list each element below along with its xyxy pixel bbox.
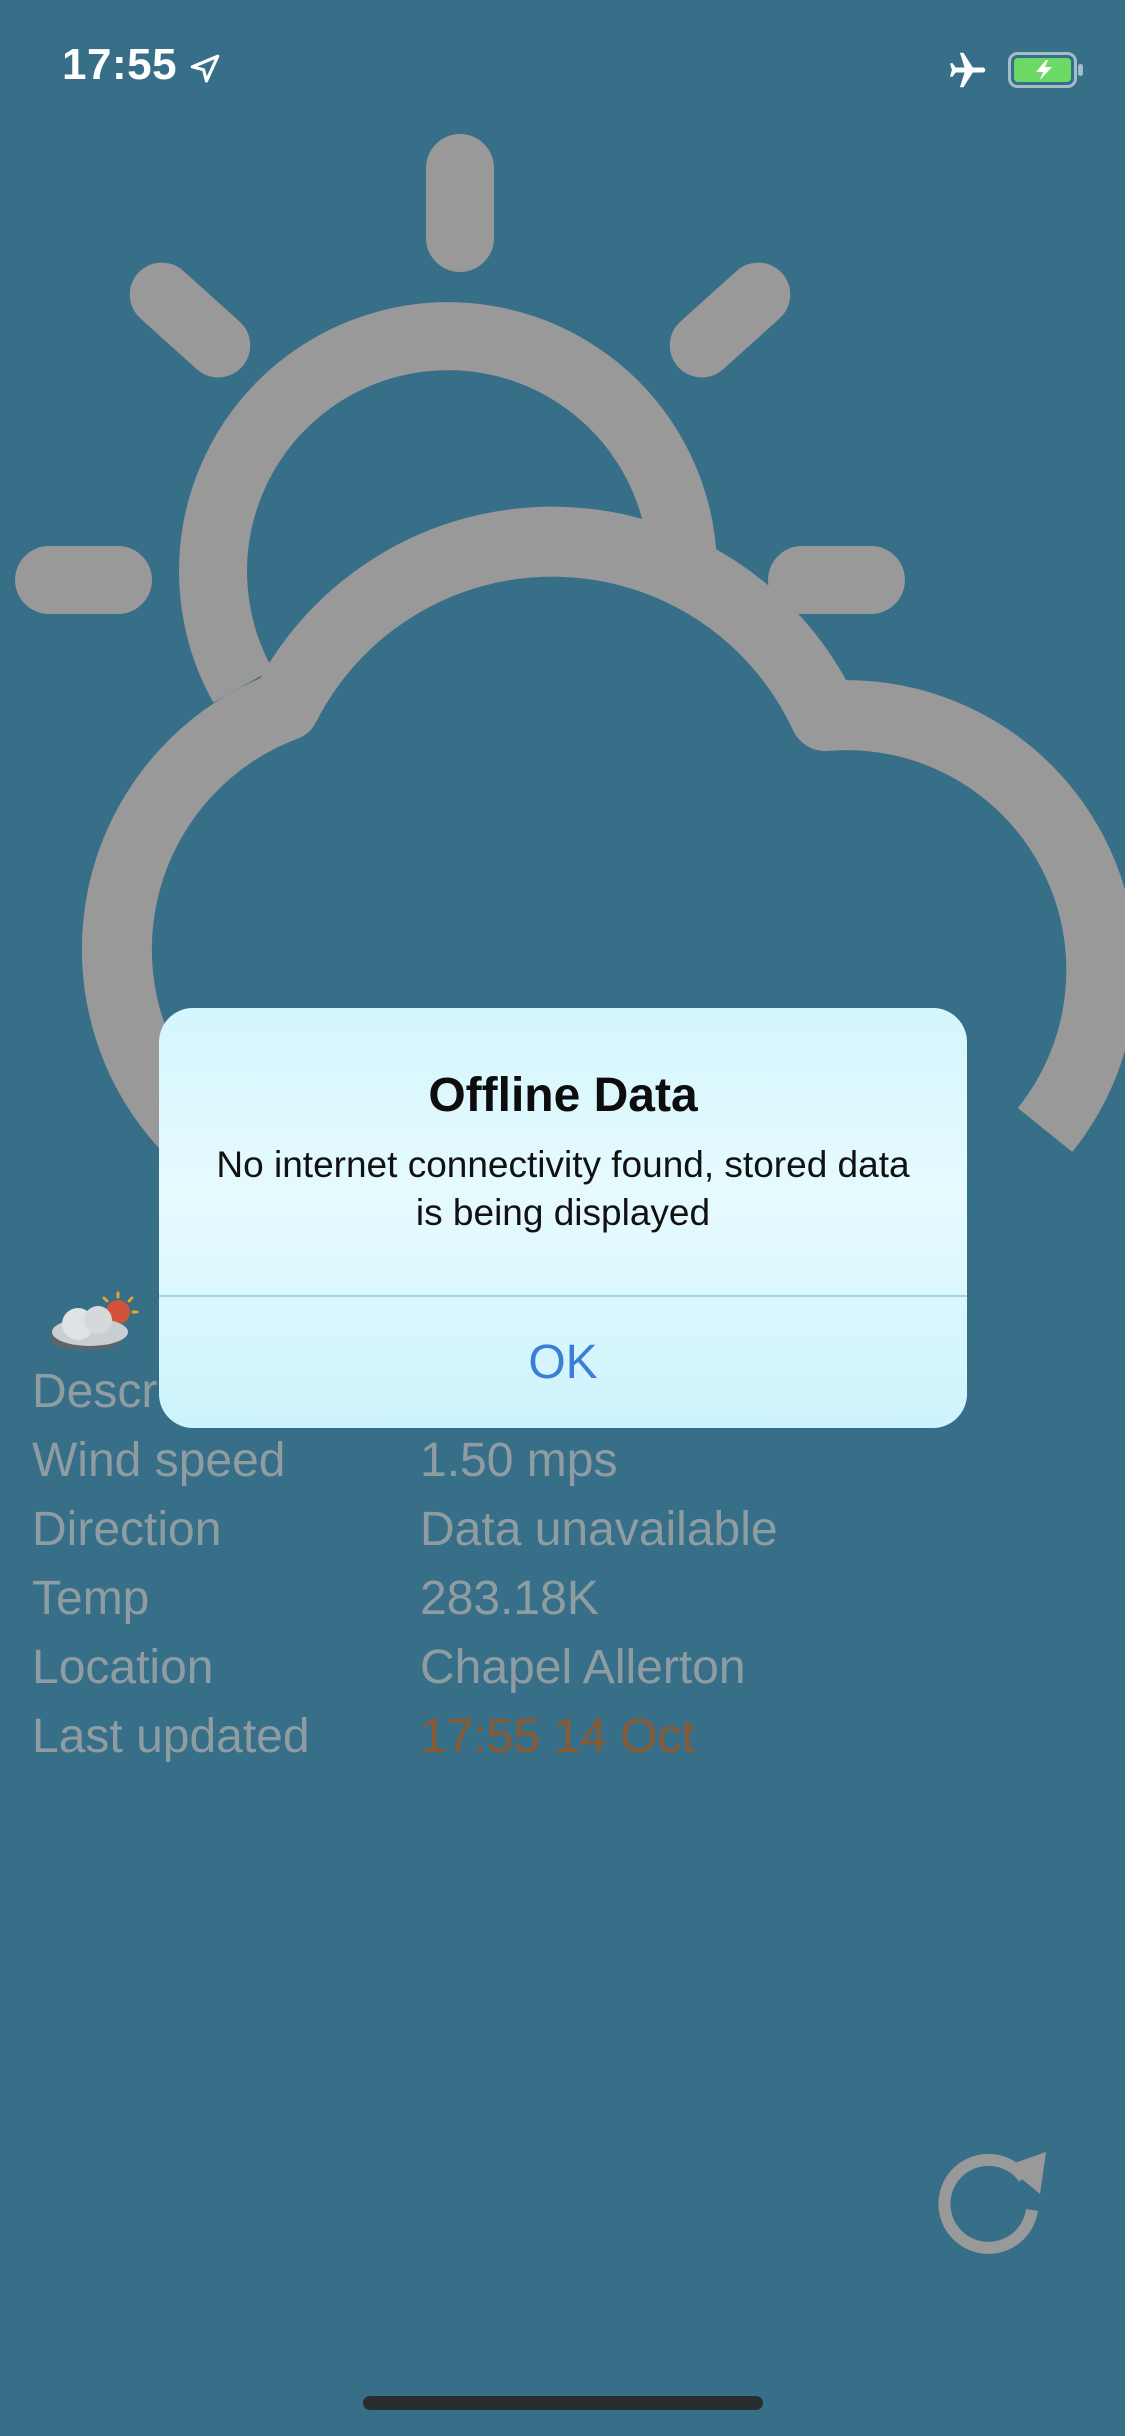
alert-message: No internet connectivity found, stored d… xyxy=(216,1144,910,1233)
detail-value: 283.18K xyxy=(420,1572,599,1625)
partly-cloudy-small-icon xyxy=(50,1291,139,1350)
detail-row-last-updated: Last updated 17:55 14 Oct xyxy=(32,1709,1092,1778)
detail-label: Direction xyxy=(32,1503,222,1556)
detail-row-direction: Direction Data unavailable xyxy=(32,1502,1092,1571)
detail-label: Wind speed xyxy=(32,1434,286,1487)
detail-row-wind-speed: Wind speed 1.50 mps xyxy=(32,1433,1092,1502)
location-arrow-icon xyxy=(190,54,220,83)
alert-ok-button[interactable]: OK xyxy=(159,1297,967,1428)
battery-charging-icon xyxy=(1008,52,1083,88)
detail-value: Chapel Allerton xyxy=(420,1641,746,1694)
detail-row-temp: Temp 283.18K xyxy=(32,1571,1092,1640)
detail-label: Last updated xyxy=(32,1710,310,1763)
status-time: 17:55 xyxy=(62,40,178,89)
last-updated-value: 17:55 14 Oct xyxy=(420,1710,695,1763)
detail-value: Data unavailable xyxy=(420,1503,778,1556)
refresh-icon[interactable] xyxy=(930,2140,1050,2260)
detail-row-location: Location Chapel Allerton xyxy=(32,1640,1092,1709)
detail-label: Temp xyxy=(32,1572,150,1625)
airplane-icon xyxy=(949,52,986,88)
detail-label: Location xyxy=(32,1641,214,1694)
home-indicator[interactable] xyxy=(363,2396,763,2410)
alert-title: Offline Data xyxy=(428,1069,698,1122)
detail-label: Descr xyxy=(32,1365,158,1418)
detail-value: 1.50 mps xyxy=(420,1434,618,1487)
offline-data-alert: Offline Data No internet connectivity fo… xyxy=(159,1008,967,1428)
